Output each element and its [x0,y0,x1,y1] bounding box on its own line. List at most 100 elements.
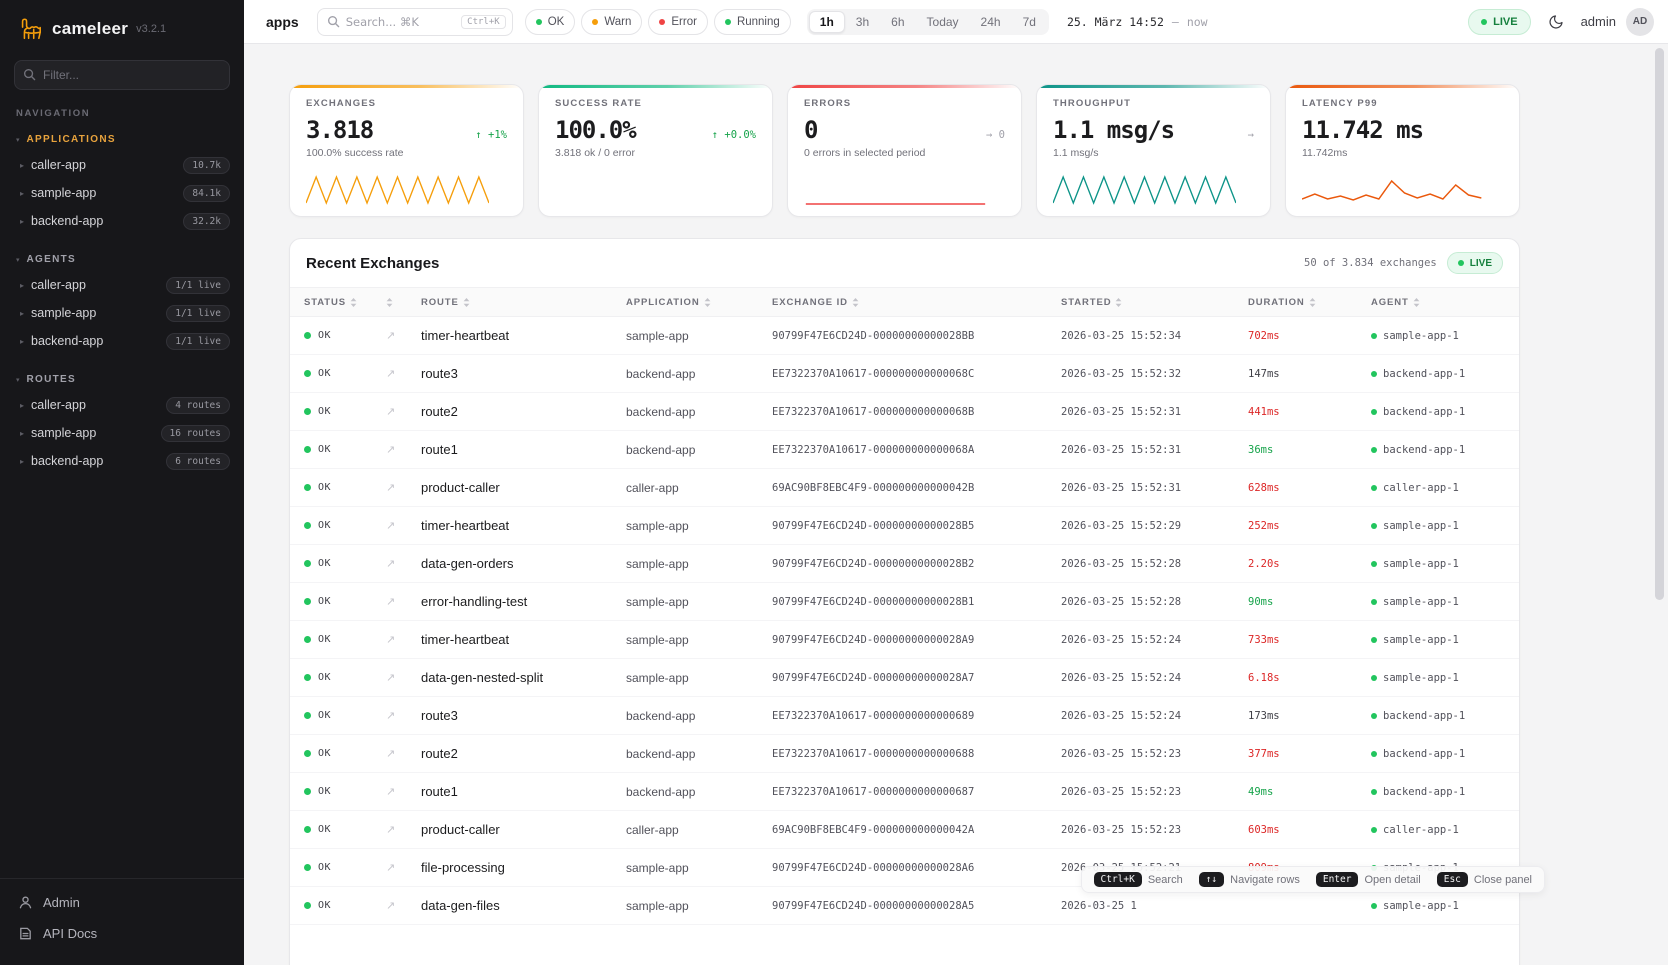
exchange-status: OK [304,786,386,797]
expand-cell: ↗ [386,671,421,684]
search-input[interactable] [346,15,455,29]
table-live-badge[interactable]: LIVE [1447,252,1503,274]
sidebar-item-backend-app[interactable]: ▸backend-app6 routes [0,447,244,475]
open-detail-icon[interactable]: ↗ [386,785,395,798]
time-range-6h[interactable]: 6h [880,11,915,33]
table-row[interactable]: OK↗route3backend-appEE7322370A10617-0000… [290,355,1519,393]
exchange-started: 2026-03-25 15:52:24 [1061,672,1248,684]
open-detail-icon[interactable]: ↗ [386,367,395,380]
open-detail-icon[interactable]: ↗ [386,405,395,418]
global-search[interactable]: Ctrl+K [317,8,513,36]
sidebar-item-caller-app[interactable]: ▸caller-app1/1 live [0,271,244,299]
column-header-expand[interactable] [386,298,421,307]
status-text: OK [318,710,331,721]
sort-icon [852,298,859,307]
section-header-agents[interactable]: ▾AGENTS [0,251,244,271]
status-filter-warn[interactable]: Warn [581,9,642,35]
sort-icon [463,298,470,307]
time-range-24h[interactable]: 24h [970,11,1012,33]
table-row[interactable]: OK↗product-callercaller-app69AC90BF8EBC4… [290,469,1519,507]
column-header-application[interactable]: APPLICATION [626,297,772,308]
filter-input[interactable] [14,60,230,90]
sidebar-item-sample-app[interactable]: ▸sample-app16 routes [0,419,244,447]
open-detail-icon[interactable]: ↗ [386,481,395,494]
sidebar-item-backend-app[interactable]: ▸backend-app32.2k [0,207,244,235]
time-range-today[interactable]: Today [916,11,970,33]
open-detail-icon[interactable]: ↗ [386,443,395,456]
live-toggle[interactable]: LIVE [1468,9,1530,35]
footer-item-api-docs[interactable]: API Docs [0,918,244,949]
exchange-duration: 2.20s [1248,558,1371,570]
open-detail-icon[interactable]: ↗ [386,329,395,342]
column-header-exchange-id[interactable]: EXCHANGE ID [772,297,1061,308]
sidebar-item-sample-app[interactable]: ▸sample-app1/1 live [0,299,244,327]
time-range-1h[interactable]: 1h [809,11,845,33]
column-header-status[interactable]: STATUS [304,297,386,308]
stat-trend: → [1248,129,1254,141]
table-row[interactable]: OK↗route1backend-appEE7322370A10617-0000… [290,431,1519,469]
expand-cell: ↗ [386,595,421,608]
exchange-started: 2026-03-25 15:52:31 [1061,406,1248,418]
open-detail-icon[interactable]: ↗ [386,519,395,532]
sidebar-item-caller-app[interactable]: ▸caller-app10.7k [0,151,244,179]
section-header-routes[interactable]: ▾ROUTES [0,371,244,391]
table-row[interactable]: OK↗data-gen-nested-splitsample-app90799F… [290,659,1519,697]
ok-status-dot [304,370,311,377]
table-row[interactable]: OK↗product-callercaller-app69AC90BF8EBC4… [290,811,1519,849]
agent-name: backend-app-1 [1383,786,1465,798]
table-row[interactable]: OK↗timer-heartbeatsample-app90799F47E6CD… [290,621,1519,659]
open-detail-icon[interactable]: ↗ [386,671,395,684]
sidebar-item-sample-app[interactable]: ▸sample-app84.1k [0,179,244,207]
expand-cell: ↗ [386,443,421,456]
table-row[interactable]: OK↗error-handling-testsample-app90799F47… [290,583,1519,621]
open-detail-icon[interactable]: ↗ [386,823,395,836]
section-header-applications[interactable]: ▾APPLICATIONS [0,131,244,151]
status-filter-ok[interactable]: OK [525,9,576,35]
item-label: sample-app [31,186,96,200]
exchange-application: sample-app [626,329,772,343]
time-range-7d[interactable]: 7d [1012,11,1047,33]
column-header-started[interactable]: STARTED [1061,297,1248,308]
status-text: OK [318,482,331,493]
column-header-duration[interactable]: DURATION [1248,297,1371,308]
table-row[interactable]: OK↗route1backend-appEE7322370A10617-0000… [290,773,1519,811]
table-row[interactable]: OK↗route2backend-appEE7322370A10617-0000… [290,393,1519,431]
open-detail-icon[interactable]: ↗ [386,557,395,570]
chevron-right-icon: ▸ [20,309,24,318]
sidebar-footer: AdminAPI Docs [0,878,244,965]
sparkline [306,173,489,207]
column-header-agent[interactable]: AGENT [1371,297,1519,308]
sidebar-item-backend-app[interactable]: ▸backend-app1/1 live [0,327,244,355]
open-detail-icon[interactable]: ↗ [386,633,395,646]
exchange-duration: 6.18s [1248,672,1371,684]
exchange-id: 90799F47E6CD24D-00000000000028A9 [772,634,1061,646]
table-row[interactable]: OK↗route2backend-appEE7322370A10617-0000… [290,735,1519,773]
exchange-route: route3 [421,366,626,381]
live-dot [1458,260,1464,266]
table-row[interactable]: OK↗data-gen-orderssample-app90799F47E6CD… [290,545,1519,583]
avatar[interactable]: AD [1626,8,1654,36]
table-row[interactable]: OK↗route3backend-appEE7322370A10617-0000… [290,697,1519,735]
exchange-agent: caller-app-1 [1371,482,1519,494]
scrollbar[interactable] [1655,48,1664,600]
open-detail-icon[interactable]: ↗ [386,747,395,760]
sidebar-item-caller-app[interactable]: ▸caller-app4 routes [0,391,244,419]
status-filter-running[interactable]: Running [714,9,791,35]
exchange-application: sample-app [626,595,772,609]
column-header-route[interactable]: ROUTE [421,297,626,308]
time-range-3h[interactable]: 3h [845,11,880,33]
open-detail-icon[interactable]: ↗ [386,709,395,722]
table-row[interactable]: OK↗timer-heartbeatsample-app90799F47E6CD… [290,317,1519,355]
theme-toggle[interactable] [1541,7,1571,37]
stat-value: 100.0% [555,116,636,144]
footer-item-admin[interactable]: Admin [0,887,244,918]
status-filter-error[interactable]: Error [648,9,708,35]
stat-label: THROUGHPUT [1053,98,1254,109]
open-detail-icon[interactable]: ↗ [386,861,395,874]
table-row[interactable]: OK↗timer-heartbeatsample-app90799F47E6CD… [290,507,1519,545]
column-label: AGENT [1371,297,1409,308]
app-logo[interactable]: cameleer v3.2.1 [0,0,244,54]
open-detail-icon[interactable]: ↗ [386,899,395,912]
exchange-agent: backend-app-1 [1371,444,1519,456]
open-detail-icon[interactable]: ↗ [386,595,395,608]
